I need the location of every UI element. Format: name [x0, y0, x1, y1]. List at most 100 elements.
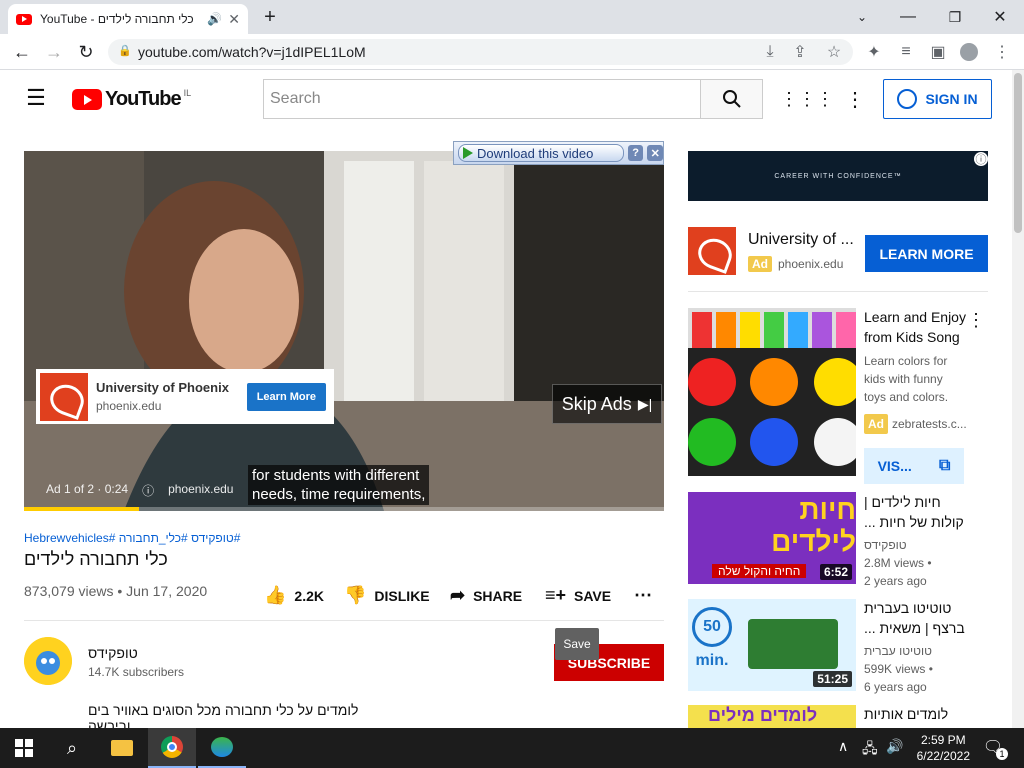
dislike-label: DISLIKE [374, 587, 430, 604]
player-ad-card[interactable]: University of Phoenix phoenix.edu Learn … [36, 369, 334, 424]
ad-progress-fill [24, 507, 140, 511]
playlist-add-icon: ≡+ [545, 585, 567, 605]
video-title[interactable]: חיות לילדים | קולות של חיות ... [864, 492, 972, 532]
sidebar-banner-ad[interactable]: CAREER WITH CONFIDENCE™ [688, 151, 988, 201]
ad-domain-link[interactable]: phoenix.edu [168, 482, 233, 499]
video-views: 599K views • [864, 662, 933, 676]
share-label: SHARE [473, 587, 523, 604]
channel-name[interactable]: טופקידס [88, 645, 138, 661]
search-taskbar-icon[interactable]: ⌕ [48, 728, 96, 768]
promo-thumbnail[interactable] [688, 308, 856, 476]
profile-avatar-icon[interactable] [960, 43, 978, 61]
colored-balls-image [688, 308, 856, 466]
forward-icon[interactable]: → [42, 40, 66, 64]
tab-search-icon[interactable]: ⌄ [850, 6, 874, 28]
save-button[interactable]: ≡+ SAVE [545, 585, 611, 606]
video-player[interactable] [24, 151, 664, 511]
promo-description: Learn colors for kids with funny toys an… [864, 354, 949, 404]
close-download-icon[interactable]: ✕ [647, 145, 663, 161]
scrollbar-thumb[interactable] [1014, 73, 1022, 233]
taskbar-clock[interactable]: 2:59 PM 6/22/2022 [917, 732, 970, 764]
video-thumbnail[interactable]: חיות לילדים החיה והקול שלה 6:52 [688, 492, 856, 584]
close-tab-icon[interactable]: ✕ [228, 11, 240, 28]
url-text: youtube.com/watch?v=j1dIPEL1LoM [138, 44, 366, 60]
like-button[interactable]: 👍 2.2K [264, 585, 324, 606]
sidebar-ad-title[interactable]: University of ... [748, 231, 858, 249]
skip-ads-button[interactable]: Skip Ads ▶| [552, 384, 662, 424]
info-icon[interactable]: ⓘ [142, 482, 154, 499]
dislike-button[interactable]: 👎 DISLIKE [344, 585, 430, 606]
thumb-text: 50 min. [692, 607, 732, 669]
apps-grid-icon[interactable]: ⋮⋮⋮ [780, 88, 834, 110]
app-taskbar-icon[interactable] [198, 728, 246, 768]
notification-count: 1 [996, 748, 1008, 760]
video-title[interactable]: לומדים אותיות [864, 704, 972, 724]
divider [688, 291, 988, 292]
share-page-icon[interactable]: ⇪ [790, 42, 810, 62]
extensions-icon[interactable]: ✦ [864, 42, 884, 62]
external-link-icon: ⧉ [938, 457, 951, 474]
hamburger-menu-icon[interactable]: ☰ [24, 85, 48, 110]
search-button[interactable] [700, 79, 763, 119]
skip-next-icon: ▶| [637, 395, 653, 412]
address-bar[interactable]: 🔒 youtube.com/watch?v=j1dIPEL1LoM [108, 39, 853, 65]
help-icon[interactable]: ? [627, 145, 644, 161]
share-button[interactable]: ➦ SHARE [450, 585, 522, 606]
side-panel-icon[interactable]: ▣ [928, 42, 948, 62]
windows-taskbar: ⌕ ∧ 🖧 🔊 🗨 1 [0, 728, 1024, 768]
visit-site-button[interactable]: VIS... ⧉ [864, 448, 964, 484]
account-icon [897, 89, 918, 109]
back-icon[interactable]: ← [10, 40, 34, 64]
install-icon[interactable]: ⤓ [760, 42, 780, 62]
restore-icon[interactable]: ❐ [943, 6, 967, 28]
media-control-icon[interactable]: ≡ [896, 42, 916, 62]
sign-in-button[interactable]: SIGN IN [883, 79, 992, 119]
promo-menu-icon[interactable]: ⋮ [967, 310, 985, 330]
youtube-play-icon [72, 89, 102, 110]
chrome-taskbar-icon[interactable] [148, 728, 196, 768]
chrome-menu-icon[interactable]: ⋮ [992, 42, 1012, 62]
network-icon[interactable]: 🖧 [862, 738, 878, 762]
learn-more-button[interactable]: LEARN MORE [865, 235, 988, 272]
speaker-icon[interactable]: 🔊 [207, 12, 222, 26]
video-hashtags[interactable]: #טופקידס #כלי_תחבורה #Hebrewvehicles [24, 531, 240, 545]
thumb-subtext: החיה והקול שלה [712, 564, 807, 578]
download-label: Download this video [477, 145, 594, 161]
volume-icon[interactable]: 🔊 [886, 738, 903, 755]
video-title[interactable]: טוטיטו בעברית ברצף | משאית ... [864, 598, 972, 638]
thumb-text: לומדים מילים [708, 705, 818, 725]
minimize-icon[interactable]: — [896, 6, 920, 28]
video-views: 2.8M views • [864, 556, 932, 570]
new-tab-icon[interactable]: + [258, 6, 282, 28]
video-duration: 51:25 [813, 671, 852, 687]
search-icon [722, 90, 741, 108]
file-explorer-icon[interactable] [98, 728, 146, 768]
search-input[interactable]: Search [263, 79, 700, 119]
video-channel[interactable]: טוטיטו עברית [864, 642, 932, 660]
thumbs-down-icon: 👎 [344, 585, 367, 605]
browser-tab[interactable]: כלי תחבורה לילדים - YouTube 🔊 ✕ [8, 4, 248, 34]
video-thumbnail[interactable]: 50 min. 51:25 [688, 599, 856, 691]
settings-menu-icon[interactable]: ⋮ [844, 88, 866, 111]
promo-meta: Ad zebratests.c... [864, 414, 967, 434]
video-channel[interactable]: טופקידס [864, 536, 907, 554]
close-window-icon[interactable]: ✕ [988, 6, 1012, 28]
video-thumbnail[interactable]: לומדים מילים [688, 705, 856, 728]
tray-chevron-icon[interactable]: ∧ [838, 738, 848, 755]
reload-icon[interactable]: ↻ [74, 40, 98, 64]
promo-url: zebratests.c... [892, 417, 967, 431]
phoenix-logo-icon[interactable] [688, 227, 736, 275]
download-video-button[interactable]: Download this video [458, 144, 624, 162]
channel-avatar[interactable] [24, 637, 72, 685]
youtube-logo[interactable]: YouTube IL [72, 88, 191, 111]
promo-title[interactable]: Learn and Enjoy from Kids Song [864, 307, 972, 347]
logo-text: YouTube [105, 88, 182, 110]
sidebar-ad-meta: Ad phoenix.edu [748, 256, 843, 272]
start-button[interactable] [0, 728, 48, 768]
more-actions-icon[interactable]: ⋯ [634, 585, 652, 606]
ad-progress-bar [24, 507, 664, 511]
youtube-favicon-icon [16, 13, 32, 25]
ad-learn-more-button[interactable]: Learn More [246, 382, 326, 411]
bookmark-star-icon[interactable]: ☆ [824, 42, 844, 62]
ad-info-icon[interactable]: ⓘ [974, 152, 988, 166]
